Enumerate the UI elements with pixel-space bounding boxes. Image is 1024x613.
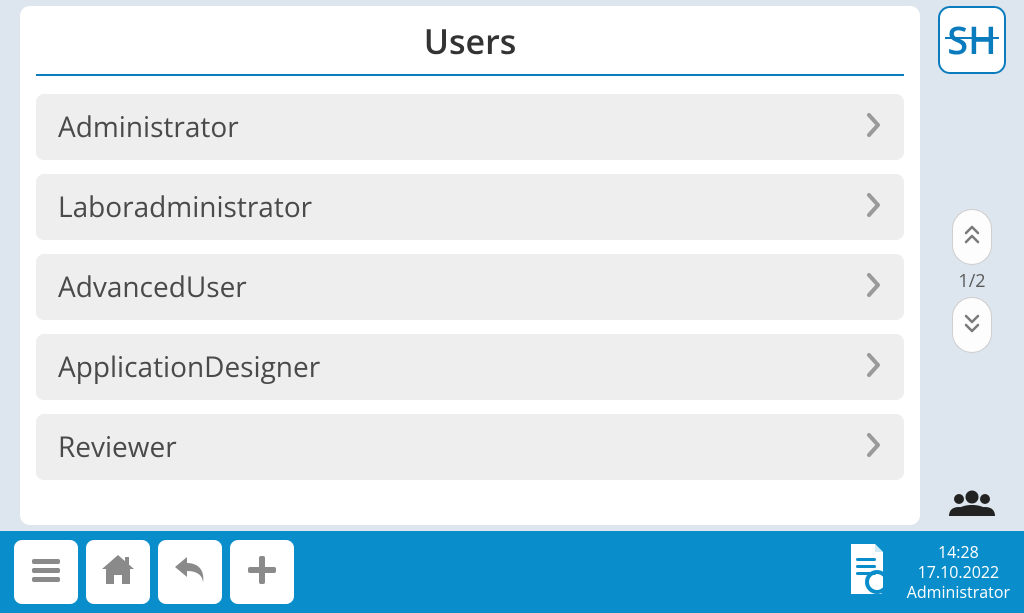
user-label: Laboradministrator (58, 188, 312, 226)
right-column: SH 1/2 (928, 6, 1016, 525)
status-time: 14:28 (938, 542, 979, 562)
chevron-right-icon (866, 112, 882, 143)
status-user: Administrator (907, 582, 1010, 602)
pager: 1/2 (952, 209, 992, 353)
chevron-right-icon (866, 352, 882, 383)
user-administrator[interactable]: Administrator (36, 94, 904, 160)
menu-button[interactable] (14, 540, 78, 604)
page-indicator: 1/2 (958, 269, 985, 293)
page-up-button[interactable] (952, 209, 992, 265)
bottom-bar-right: 14:28 17.10.2022 Administrator (843, 542, 1010, 603)
back-button[interactable] (158, 540, 222, 604)
home-button[interactable] (86, 540, 150, 604)
user-laboradministrator[interactable]: Laboradministrator (36, 174, 904, 240)
status-date: 17.10.2022 (918, 562, 1000, 582)
user-label: Reviewer (58, 428, 177, 466)
chevron-right-icon (866, 272, 882, 303)
user-applicationdesigner[interactable]: ApplicationDesigner (36, 334, 904, 400)
plus-icon (242, 550, 282, 595)
chevron-right-icon (866, 432, 882, 463)
user-reviewer[interactable]: Reviewer (36, 414, 904, 480)
chevron-double-down-icon (963, 312, 981, 339)
add-button[interactable] (230, 540, 294, 604)
menu-icon (26, 550, 66, 595)
back-arrow-icon (169, 549, 211, 596)
home-icon (97, 549, 139, 596)
page-title: Users (36, 10, 904, 76)
user-label: ApplicationDesigner (58, 348, 320, 386)
users-group-icon (949, 488, 995, 523)
user-label: AdvancedUser (58, 268, 247, 306)
document-search-icon[interactable] (843, 542, 893, 603)
chevron-right-icon (866, 192, 882, 223)
bottom-bar: 14:28 17.10.2022 Administrator (0, 531, 1024, 613)
chevron-double-up-icon (963, 224, 981, 251)
status-block: 14:28 17.10.2022 Administrator (907, 542, 1010, 602)
user-label: Administrator (58, 108, 239, 146)
top-area: Users Administrator Laboradministrator A… (0, 0, 1024, 531)
main-panel: Users Administrator Laboradministrator A… (20, 6, 920, 525)
brand-logo: SH (938, 6, 1006, 74)
user-advanceduser[interactable]: AdvancedUser (36, 254, 904, 320)
brand-logo-text: SH (947, 14, 996, 66)
user-list: Administrator Laboradministrator Advance… (36, 94, 904, 480)
page-down-button[interactable] (952, 297, 992, 353)
bottom-bar-left (14, 540, 294, 604)
